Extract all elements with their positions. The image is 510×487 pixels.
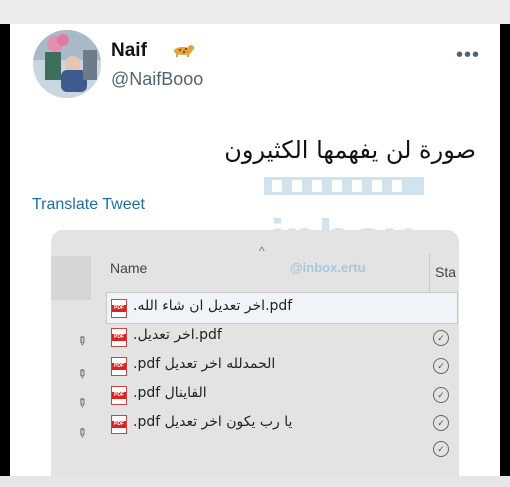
pdf-file-icon: PDF: [111, 386, 127, 405]
more-options-icon[interactable]: •••: [456, 44, 480, 67]
attached-photo[interactable]: ^ Name Sta PDF .اخر تعديل ان شاء الله.pd…: [51, 230, 459, 476]
pdf-file-icon: PDF: [111, 357, 127, 376]
column-header-name: Name: [110, 260, 148, 276]
translate-tweet-link[interactable]: Translate Tweet: [32, 196, 145, 214]
pin-icon: ✎: [73, 365, 91, 383]
pin-icon: ✎: [73, 394, 91, 412]
file-name: .pdf الفاينال: [133, 385, 207, 401]
file-name: .اخر تعديل ان شاء الله.pdf: [133, 298, 293, 314]
user-handle[interactable]: @NaifBooo: [111, 69, 203, 90]
file-row: PDF .pdf الفاينال: [111, 385, 411, 407]
bottom-bar: [0, 476, 510, 487]
check-circle-icon: ✓: [433, 441, 449, 457]
file-name: .pdf الحمدلله اخر تعديل: [133, 356, 276, 372]
file-row: PDF .اخر تعديل ان شاء الله.pdf: [111, 298, 411, 320]
top-bar: [0, 0, 510, 24]
pin-icon: ✎: [73, 424, 91, 442]
file-row: PDF .pdf يا رب يكون اخر تعديل: [111, 414, 411, 436]
check-circle-icon: ✓: [433, 358, 449, 374]
column-divider: [429, 254, 430, 294]
screenshot-frame: Naif @NaifBooo ••• صورة لن يفهمها الكثير…: [0, 0, 510, 487]
column-header-status: Sta: [435, 264, 457, 280]
avatar[interactable]: [33, 30, 101, 98]
file-name: .اخر تعديل.pdf: [133, 327, 222, 343]
leopard-emoji-icon: [174, 45, 194, 57]
pin-icon: ✎: [73, 332, 91, 350]
sort-arrow-icon: ^: [259, 244, 265, 258]
file-name: .pdf يا رب يكون اخر تعديل: [133, 414, 293, 430]
tweet-card: Naif @NaifBooo ••• صورة لن يفهمها الكثير…: [10, 24, 500, 476]
pdf-file-icon: PDF: [111, 328, 127, 347]
tweet-text: صورة لن يفهمها الكثيرون: [224, 136, 476, 164]
file-row: PDF .اخر تعديل.pdf: [111, 327, 411, 349]
explorer-sidebar: [51, 256, 91, 300]
check-circle-icon: ✓: [433, 330, 449, 346]
watermark-handle: @inbox.ertu: [290, 260, 366, 275]
pdf-file-icon: PDF: [111, 299, 127, 318]
pdf-file-icon: PDF: [111, 415, 127, 434]
check-circle-icon: ✓: [433, 415, 449, 431]
check-circle-icon: ✓: [433, 387, 449, 403]
file-row: PDF .pdf الحمدلله اخر تعديل: [111, 356, 411, 378]
display-name[interactable]: Naif: [111, 40, 147, 62]
